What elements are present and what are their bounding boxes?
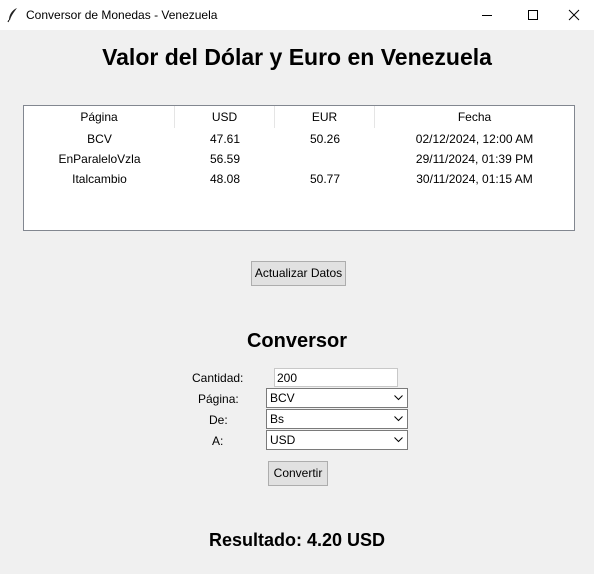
cell-date: 30/11/2024, 01:15 AM — [416, 172, 533, 186]
page-label: Página: — [198, 392, 239, 406]
page-select-value: BCV — [270, 391, 295, 405]
to-currency-select[interactable]: USD — [266, 430, 408, 450]
table-row[interactable]: Italcambio 48.08 50.77 30/11/2024, 01:15… — [24, 169, 574, 189]
close-button[interactable] — [556, 0, 594, 30]
column-header-date[interactable]: Fecha — [375, 106, 574, 128]
from-currency-value: Bs — [270, 412, 285, 426]
minimize-button[interactable] — [464, 0, 510, 30]
amount-input[interactable] — [274, 368, 398, 387]
converter-title: Conversor — [246, 330, 348, 352]
cell-eur: 50.26 — [309, 132, 341, 146]
rates-table[interactable]: Página USD EUR Fecha BCV 47.61 50.26 02/… — [23, 105, 575, 231]
chevron-down-icon — [394, 437, 403, 443]
to-currency-value: USD — [270, 433, 296, 447]
chevron-down-icon — [394, 395, 403, 401]
cell-page: BCV — [87, 132, 112, 146]
feather-icon — [6, 7, 20, 23]
page-select[interactable]: BCV — [266, 388, 408, 408]
table-row[interactable]: BCV 47.61 50.26 02/12/2024, 12:00 AM — [24, 129, 574, 149]
close-icon — [568, 9, 580, 21]
cell-date: 29/11/2024, 01:39 PM — [415, 152, 534, 166]
result-text: Resultado: 4.20 USD — [208, 530, 386, 550]
title-bar: Conversor de Monedas - Venezuela — [0, 0, 594, 30]
cell-usd: 56.59 — [209, 152, 241, 166]
window-title: Conversor de Monedas - Venezuela — [26, 8, 218, 22]
cell-page: EnParaleloVzla — [58, 152, 141, 166]
column-header-page[interactable]: Página — [24, 106, 175, 128]
column-header-usd[interactable]: USD — [175, 106, 275, 128]
page-title: Valor del Dólar y Euro en Venezuela — [102, 44, 492, 70]
maximize-button[interactable] — [510, 0, 556, 30]
table-header: Página USD EUR Fecha — [24, 106, 574, 128]
update-data-button[interactable]: Actualizar Datos — [251, 261, 346, 286]
maximize-icon — [528, 10, 538, 20]
table-row[interactable]: EnParaleloVzla 56.59 29/11/2024, 01:39 P… — [24, 149, 574, 169]
minimize-icon — [482, 15, 492, 16]
from-currency-select[interactable]: Bs — [266, 409, 408, 429]
cell-usd: 47.61 — [209, 132, 241, 146]
cell-page: Italcambio — [72, 172, 127, 186]
amount-label: Cantidad: — [192, 371, 244, 385]
from-label: De: — [209, 413, 228, 427]
to-label: A: — [212, 434, 224, 448]
convert-button[interactable]: Convertir — [268, 461, 328, 486]
cell-date: 02/12/2024, 12:00 AM — [415, 132, 534, 146]
chevron-down-icon — [394, 416, 403, 422]
column-header-eur[interactable]: EUR — [275, 106, 375, 128]
cell-eur: 50.77 — [309, 172, 341, 186]
cell-usd: 48.08 — [209, 172, 241, 186]
cell-eur — [275, 149, 375, 169]
